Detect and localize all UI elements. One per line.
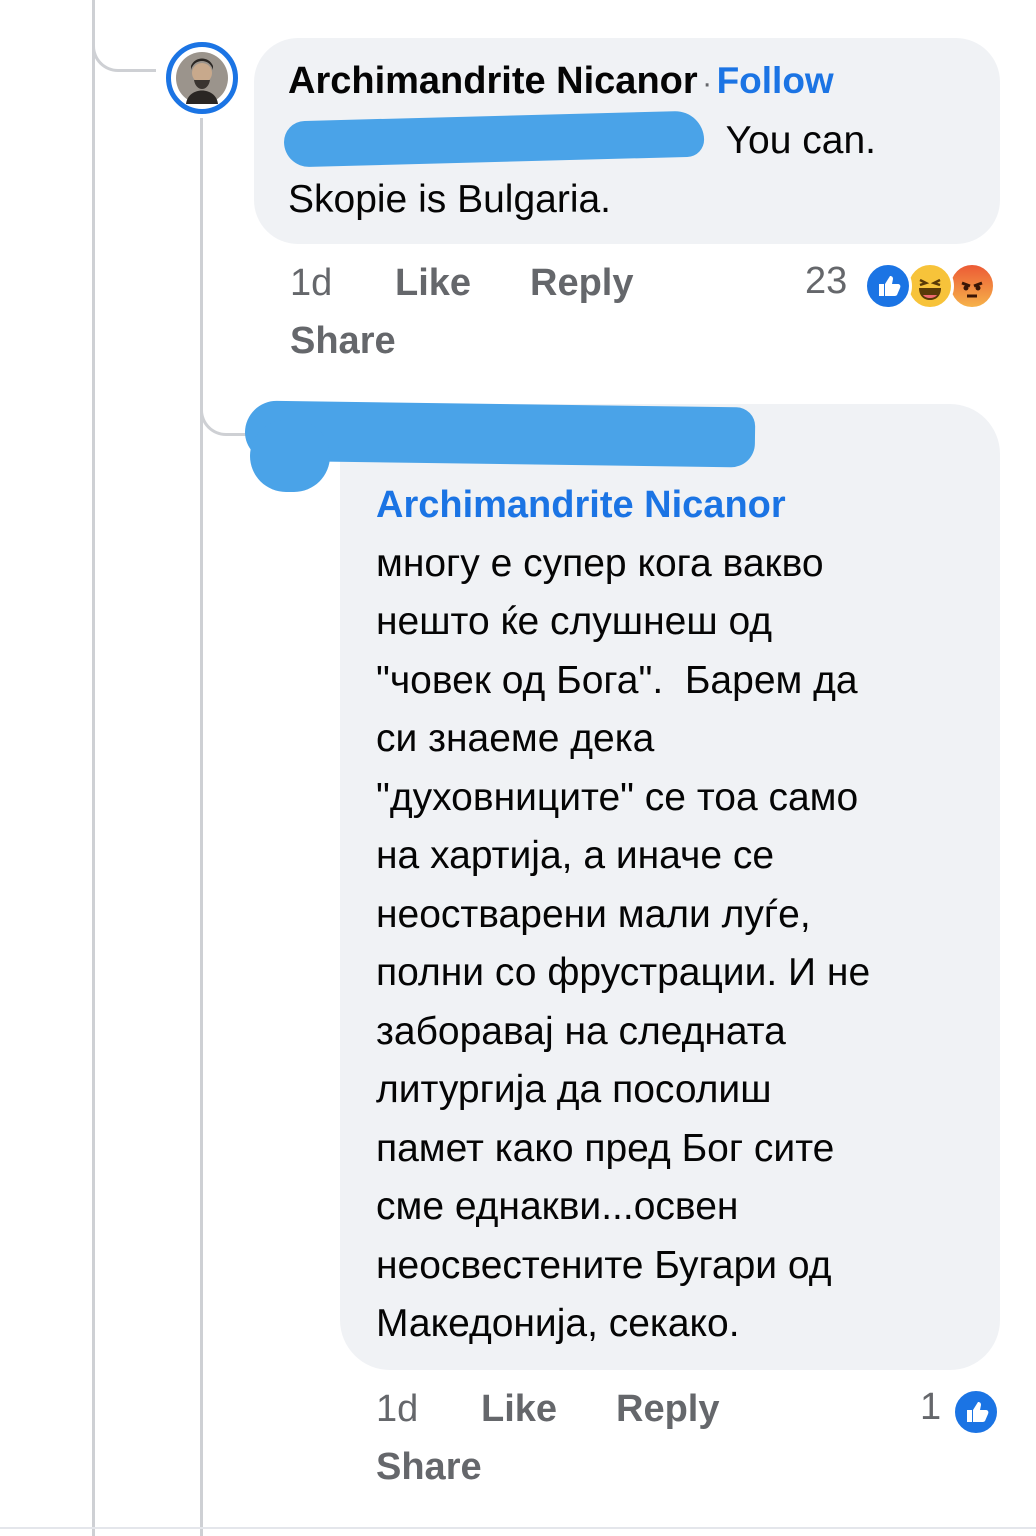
bottom-divider xyxy=(0,1527,1036,1529)
reply-text-line: неостварени мали луѓе, xyxy=(376,892,811,936)
comment-time[interactable]: 1d xyxy=(290,262,332,305)
reply-text-line: многу е супер кога вакво xyxy=(376,541,824,585)
reply-text-line: литургија да посолиш xyxy=(376,1068,772,1111)
reply-time[interactable]: 1d xyxy=(376,1388,418,1431)
mention-link[interactable]: Archimandrite Nicanor xyxy=(376,476,996,535)
share-button[interactable]: Share xyxy=(290,320,396,363)
like-button[interactable]: Like xyxy=(481,1388,557,1431)
reply-text-line: памет како пред Бог сите xyxy=(376,1126,835,1170)
reply-text-line: Македонија, секако. xyxy=(376,1302,740,1345)
avatar-photo xyxy=(176,52,228,104)
reply-text-line: неосвестените Бугари од xyxy=(376,1243,832,1287)
reactions-summary[interactable]: 1 xyxy=(912,1384,1012,1438)
reaction-count: 23 xyxy=(805,260,848,302)
reaction-count: 1 xyxy=(920,1386,942,1428)
follow-link[interactable]: Follow xyxy=(717,60,834,101)
reply-text-line: полни со фрустрации. И не xyxy=(376,951,871,994)
comment-bubble: Archimandrite Nicanor · Follow You can. … xyxy=(254,38,1000,244)
like-icon xyxy=(952,1388,1000,1436)
reply-text-line: нешто ќе слушнеш од xyxy=(376,600,773,643)
reply-text-line: си знаеме дека xyxy=(376,717,655,760)
thread-line-outer xyxy=(92,0,95,1536)
share-button[interactable]: Share xyxy=(376,1446,482,1489)
reply-button[interactable]: Reply xyxy=(616,1388,719,1431)
like-icon xyxy=(864,262,912,310)
avatar[interactable] xyxy=(166,42,238,114)
reply-text: Archimandrite Nicanor многу е супер кога… xyxy=(376,476,996,1354)
reply-text-line: "човек од Бога". Барем да xyxy=(376,658,858,702)
angry-icon xyxy=(948,262,996,310)
redacted-avatar xyxy=(250,420,330,492)
comment-header: Archimandrite Nicanor · Follow xyxy=(288,60,834,103)
reply-text-line: заборавај на следната xyxy=(376,1009,786,1053)
reply-text-line: "духовниците" се тоа само xyxy=(376,775,859,819)
reply-button[interactable]: Reply xyxy=(530,262,633,305)
separator-dot: · xyxy=(702,67,713,100)
comment-text-line: Skopie is Bulgaria. xyxy=(288,177,612,221)
thread-connector-1 xyxy=(92,20,156,72)
like-button[interactable]: Like xyxy=(395,262,471,305)
thread-line-inner xyxy=(200,118,203,1536)
reactions-summary[interactable]: 23 xyxy=(800,258,1010,312)
reply-text-line: на хартија, а иначе се xyxy=(376,834,775,877)
author-name[interactable]: Archimandrite Nicanor xyxy=(288,60,698,102)
reply-text-line: сме еднакви...освен xyxy=(376,1185,739,1228)
haha-icon xyxy=(906,262,954,310)
thread-connector-2 xyxy=(200,380,252,436)
